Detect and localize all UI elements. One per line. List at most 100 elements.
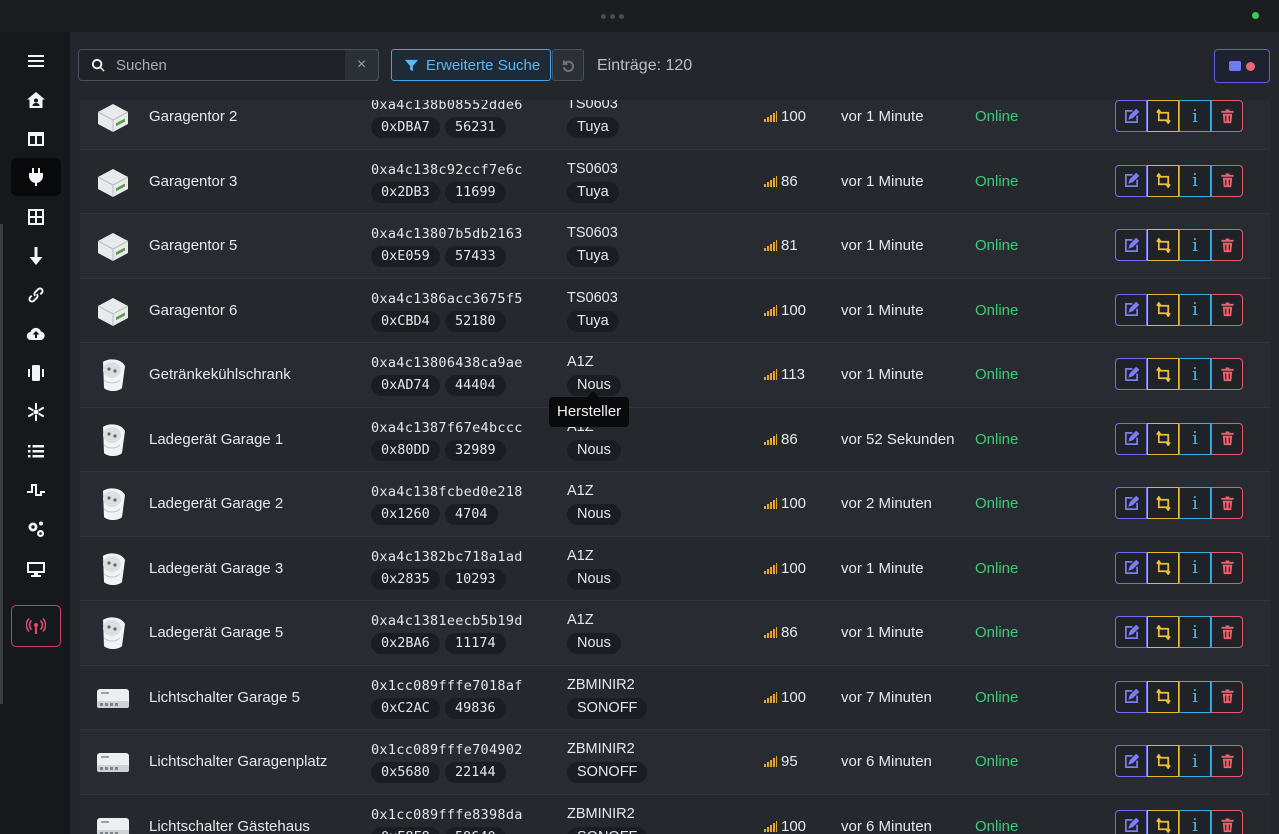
device-name-link[interactable]: Lichtschalter Garage 5 bbox=[149, 689, 300, 706]
interview-button[interactable]: i bbox=[1179, 616, 1211, 648]
delete-button[interactable] bbox=[1211, 358, 1243, 390]
nav-item-frontend[interactable] bbox=[11, 550, 61, 588]
nav-item-permit-join[interactable] bbox=[11, 605, 61, 647]
interview-button[interactable]: i bbox=[1179, 680, 1211, 713]
nav-item-touchlink[interactable] bbox=[11, 354, 61, 392]
interview-button[interactable]: i bbox=[1179, 551, 1211, 584]
device-name-link[interactable]: Ladegerät Garage 2 bbox=[149, 495, 283, 512]
rename-button[interactable] bbox=[1115, 358, 1147, 390]
nav-item-cloud[interactable] bbox=[11, 315, 61, 353]
nav-item-network-map[interactable] bbox=[11, 393, 61, 431]
rename-button[interactable] bbox=[1115, 100, 1147, 132]
reconfigure-button[interactable] bbox=[1147, 229, 1179, 261]
sidebar-scrollbar[interactable] bbox=[0, 224, 3, 704]
model-link[interactable]: TS0603 bbox=[567, 290, 618, 306]
device-name-link[interactable]: Ladegerät Garage 5 bbox=[149, 624, 283, 641]
nav-item-dashboard[interactable] bbox=[11, 120, 61, 158]
reconfigure-button[interactable] bbox=[1147, 164, 1179, 197]
rename-button[interactable] bbox=[1115, 164, 1147, 197]
delete-button[interactable] bbox=[1211, 164, 1243, 197]
device-thumbnail[interactable] bbox=[94, 227, 132, 265]
nav-item-settings[interactable] bbox=[11, 510, 61, 548]
reconfigure-button[interactable] bbox=[1147, 680, 1179, 713]
rename-button[interactable] bbox=[1115, 745, 1147, 777]
reset-filter-button[interactable] bbox=[552, 49, 584, 81]
nav-item-bindings[interactable] bbox=[11, 276, 61, 314]
model-link[interactable]: TS0603 bbox=[567, 225, 618, 241]
model-link[interactable]: ZBMINIR2 bbox=[567, 677, 635, 693]
device-name-link[interactable]: Ladegerät Garage 3 bbox=[149, 560, 283, 577]
search-input[interactable] bbox=[114, 55, 338, 75]
rename-button[interactable] bbox=[1115, 487, 1147, 519]
nav-item-devices[interactable] bbox=[11, 158, 61, 196]
reconfigure-button[interactable] bbox=[1147, 358, 1179, 390]
device-thumbnail[interactable] bbox=[94, 679, 132, 717]
device-thumbnail[interactable] bbox=[94, 98, 132, 136]
delete-button[interactable] bbox=[1211, 229, 1243, 261]
interview-button[interactable]: i bbox=[1179, 809, 1211, 834]
delete-button[interactable] bbox=[1211, 680, 1243, 713]
reconfigure-button[interactable] bbox=[1147, 422, 1179, 455]
device-name-link[interactable]: Garagentor 2 bbox=[149, 108, 237, 125]
reconfigure-button[interactable] bbox=[1147, 100, 1179, 132]
interview-button[interactable]: i bbox=[1179, 487, 1211, 519]
delete-button[interactable] bbox=[1211, 487, 1243, 519]
nav-item-ota[interactable] bbox=[11, 237, 61, 275]
delete-button[interactable] bbox=[1211, 422, 1243, 455]
device-name-link[interactable]: Lichtschalter Garagenplatz bbox=[149, 753, 327, 770]
device-name-link[interactable]: Lichtschalter Gästehaus bbox=[149, 818, 310, 834]
delete-button[interactable] bbox=[1211, 293, 1243, 326]
rename-button[interactable] bbox=[1115, 551, 1147, 584]
interview-button[interactable]: i bbox=[1179, 293, 1211, 326]
device-name-link[interactable]: Getränkekühlschrank bbox=[149, 366, 291, 383]
reconfigure-button[interactable] bbox=[1147, 293, 1179, 326]
reconfigure-button[interactable] bbox=[1147, 616, 1179, 648]
device-thumbnail[interactable] bbox=[94, 292, 132, 330]
model-link[interactable]: ZBMINIR2 bbox=[567, 806, 635, 822]
interview-button[interactable]: i bbox=[1179, 358, 1211, 390]
interview-button[interactable]: i bbox=[1179, 745, 1211, 777]
advanced-search-button[interactable]: Erweiterte Suche bbox=[391, 49, 551, 81]
delete-button[interactable] bbox=[1211, 616, 1243, 648]
nav-item-activity[interactable] bbox=[11, 471, 61, 509]
interview-button[interactable]: i bbox=[1179, 100, 1211, 132]
device-thumbnail[interactable] bbox=[94, 421, 132, 459]
rename-button[interactable] bbox=[1115, 229, 1147, 261]
model-link[interactable]: A1Z bbox=[567, 354, 594, 370]
window-drag-handle[interactable] bbox=[601, 14, 624, 19]
rename-button[interactable] bbox=[1115, 422, 1147, 455]
model-link[interactable]: ZBMINIR2 bbox=[567, 741, 635, 757]
interview-button[interactable]: i bbox=[1179, 229, 1211, 261]
interview-button[interactable]: i bbox=[1179, 422, 1211, 455]
nav-item-groups[interactable] bbox=[11, 198, 61, 236]
model-link[interactable]: A1Z bbox=[567, 483, 594, 499]
device-thumbnail[interactable] bbox=[94, 808, 132, 834]
reconfigure-button[interactable] bbox=[1147, 551, 1179, 584]
interview-button[interactable]: i bbox=[1179, 164, 1211, 197]
model-link[interactable]: A1Z bbox=[567, 548, 594, 564]
clear-search-button[interactable]: × bbox=[345, 49, 379, 81]
device-thumbnail[interactable] bbox=[94, 614, 132, 652]
device-name-link[interactable]: Ladegerät Garage 1 bbox=[149, 431, 283, 448]
delete-button[interactable] bbox=[1211, 809, 1243, 834]
device-thumbnail[interactable] bbox=[94, 485, 132, 523]
device-thumbnail[interactable] bbox=[94, 163, 132, 201]
device-thumbnail[interactable] bbox=[94, 550, 132, 588]
delete-button[interactable] bbox=[1211, 745, 1243, 777]
nav-item-logs[interactable] bbox=[11, 432, 61, 470]
model-link[interactable]: TS0603 bbox=[567, 161, 618, 177]
delete-button[interactable] bbox=[1211, 100, 1243, 132]
reconfigure-button[interactable] bbox=[1147, 745, 1179, 777]
device-name-link[interactable]: Garagentor 3 bbox=[149, 173, 237, 190]
nav-item-menu[interactable] bbox=[11, 42, 61, 80]
reconfigure-button[interactable] bbox=[1147, 809, 1179, 834]
device-name-link[interactable]: Garagentor 6 bbox=[149, 302, 237, 319]
connection-status-button[interactable] bbox=[1214, 49, 1270, 83]
device-thumbnail[interactable] bbox=[94, 743, 132, 781]
rename-button[interactable] bbox=[1115, 616, 1147, 648]
rename-button[interactable] bbox=[1115, 809, 1147, 834]
device-name-link[interactable]: Garagentor 5 bbox=[149, 237, 237, 254]
device-thumbnail[interactable] bbox=[94, 356, 132, 394]
rename-button[interactable] bbox=[1115, 293, 1147, 326]
nav-item-home[interactable] bbox=[11, 81, 61, 119]
